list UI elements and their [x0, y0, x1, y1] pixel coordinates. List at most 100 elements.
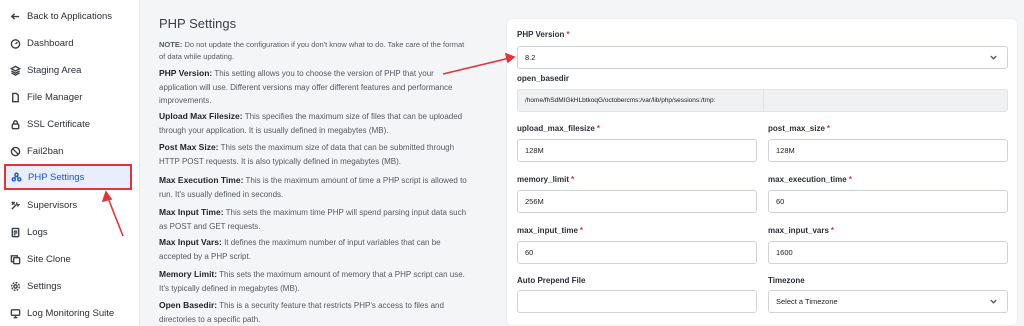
- max-execution-time-label-text: max_execution_time: [768, 175, 847, 184]
- memory-limit-value: 256M: [525, 197, 544, 206]
- description-max-execution-time: Max Execution Time: This is the maximum …: [159, 174, 471, 201]
- sidebar-item-label: File Manager: [27, 91, 83, 103]
- sidebar-item-label: Site Clone: [27, 253, 71, 265]
- sidebar-item-ssl-certificate[interactable]: SSL Certificate: [0, 111, 140, 137]
- description-post-max-size: Post Max Size: This sets the maximum siz…: [159, 141, 471, 168]
- sidebar-item-fail2ban[interactable]: Fail2ban: [0, 138, 140, 164]
- timezone-label: Timezone: [768, 276, 805, 285]
- sidebar-item-label: Supervisors: [27, 199, 78, 211]
- sidebar-item-label: Log Monitoring Suite: [27, 307, 115, 319]
- timezone-label-text: Timezone: [768, 276, 805, 285]
- page-title: PHP Settings: [159, 16, 237, 31]
- sidebar-item-label: SSL Certificate: [27, 118, 91, 130]
- required-marker: *: [566, 30, 570, 39]
- open-basedir-label-text: open_basedir: [517, 74, 570, 83]
- post-max-size-label: post_max_size *: [768, 124, 830, 133]
- note-body: Do not update the configuration if you d…: [159, 40, 465, 61]
- sidebar-item-site-clone[interactable]: Site Clone: [0, 246, 140, 272]
- required-marker: *: [848, 175, 852, 184]
- php-version-select[interactable]: 8.2: [517, 46, 1008, 69]
- description-open-basedir: Open Basedir: This is a security feature…: [159, 299, 471, 326]
- lock-icon: [9, 118, 21, 130]
- sidebar-item-label: Staging Area: [27, 64, 82, 76]
- description-php-version: PHP Version: This setting allows you to …: [159, 67, 471, 108]
- timezone-select[interactable]: Select a Timezone: [768, 290, 1008, 313]
- sidebar-item-file-manager[interactable]: File Manager: [0, 84, 140, 110]
- chevron-down-icon: [989, 53, 999, 63]
- description-term: Max Input Vars:: [159, 237, 222, 247]
- description-max-input-vars: Max Input Vars: It defines the maximum n…: [159, 236, 471, 263]
- upload-max-filesize-value: 128M: [525, 146, 544, 155]
- max-input-vars-label: max_input_vars *: [768, 226, 834, 235]
- auto-prepend-file-input[interactable]: [517, 290, 757, 313]
- post-max-size-label-text: post_max_size: [768, 124, 825, 133]
- upload-max-filesize-label: upload_max_filesize *: [517, 124, 600, 133]
- monitor-icon: [9, 307, 21, 319]
- layers-icon: [9, 64, 21, 76]
- required-marker: *: [826, 124, 831, 133]
- required-marker: *: [579, 226, 584, 235]
- php-settings-form: PHP Version * 8.2 open_basedir /home/fhSd…: [506, 18, 1018, 326]
- php-version-label-text: PHP Version: [517, 30, 565, 39]
- required-marker: *: [596, 124, 600, 133]
- memory-limit-label: memory_limit *: [517, 175, 574, 184]
- sidebar-item-dashboard[interactable]: Dashboard: [0, 30, 140, 56]
- sidebar-item-back-to-applications[interactable]: Back to Applications: [0, 3, 140, 29]
- php-settings-description: PHP Settings NOTE: Do not update the con…: [140, 0, 500, 326]
- ban-icon: [9, 145, 21, 157]
- post-max-size-input[interactable]: 128M: [768, 139, 1008, 162]
- open-basedir-field: /home/fhSdMIGkHLbtkoqG/octobercms:/var/l…: [517, 89, 1008, 112]
- file-icon: [9, 91, 21, 103]
- sidebar-item-label: Settings: [27, 280, 62, 292]
- sidebar-item-label: Dashboard: [27, 37, 74, 49]
- sidebar: Back to Applications Dashboard Staging A…: [0, 0, 140, 326]
- copy-icon: [9, 253, 21, 265]
- description-term: Post Max Size:: [159, 142, 219, 152]
- sidebar-item-label: Fail2ban: [27, 145, 64, 157]
- arrow-left-icon: [9, 10, 21, 22]
- open-basedir-value: /home/fhSdMIGkHLbtkoqG/octobercms:/var/l…: [525, 97, 716, 104]
- max-input-vars-label-text: max_input_vars: [768, 226, 829, 235]
- max-execution-time-input[interactable]: 60: [768, 190, 1008, 213]
- memory-limit-input[interactable]: 256M: [517, 190, 757, 213]
- sidebar-item-log-monitoring-suite[interactable]: Log Monitoring Suite: [0, 300, 140, 326]
- required-marker: *: [571, 175, 575, 184]
- description-term: Open Basedir:: [159, 300, 218, 310]
- sidebar-item-label: Logs: [27, 226, 48, 238]
- chevron-down-icon: [989, 297, 999, 307]
- description-memory-limit: Memory Limit: This sets the maximum amou…: [159, 268, 471, 295]
- auto-prepend-file-label: Auto Prepend File: [517, 276, 585, 285]
- memory-limit-label-text: memory_limit: [517, 175, 570, 184]
- sidebar-item-php-settings[interactable]: PHP Settings: [4, 164, 132, 190]
- sidebar-item-logs[interactable]: Logs: [0, 219, 140, 245]
- description-term: PHP Version:: [159, 68, 213, 78]
- auto-prepend-file-label-text: Auto Prepend File: [517, 276, 586, 285]
- nodes-icon: [10, 171, 22, 183]
- max-input-time-label: max_input_time *: [517, 226, 583, 235]
- max-execution-time-value: 60: [776, 197, 785, 206]
- description-term: Memory Limit:: [159, 269, 218, 279]
- sidebar-item-label: PHP Settings: [28, 171, 85, 183]
- post-max-size-value: 128M: [776, 146, 795, 155]
- php-version-label: PHP Version *: [517, 30, 570, 39]
- note-label: NOTE:: [159, 40, 183, 49]
- tools-icon: [9, 199, 21, 211]
- sidebar-item-settings[interactable]: Settings: [0, 273, 140, 299]
- dashboard-icon: [9, 37, 21, 49]
- max-execution-time-label: max_execution_time *: [768, 175, 852, 184]
- max-input-time-input[interactable]: 60: [517, 241, 757, 264]
- open-basedir-label: open_basedir: [517, 74, 569, 83]
- description-upload-max-filesize: Upload Max Filesize: This specifies the …: [159, 110, 471, 137]
- max-input-time-label-text: max_input_time: [517, 226, 578, 235]
- timezone-value: Select a Timezone: [776, 297, 838, 306]
- sidebar-item-label: Back to Applications: [27, 10, 113, 22]
- required-marker: *: [830, 226, 835, 235]
- upload-max-filesize-input[interactable]: 128M: [517, 139, 757, 162]
- description-term: Upload Max Filesize:: [159, 111, 243, 121]
- php-version-value: 8.2: [525, 53, 536, 62]
- sidebar-item-supervisors[interactable]: Supervisors: [0, 192, 140, 218]
- max-input-vars-input[interactable]: 1600: [768, 241, 1008, 264]
- sidebar-item-staging-area[interactable]: Staging Area: [0, 57, 140, 83]
- field-divider: [763, 90, 764, 111]
- gear-icon: [9, 280, 21, 292]
